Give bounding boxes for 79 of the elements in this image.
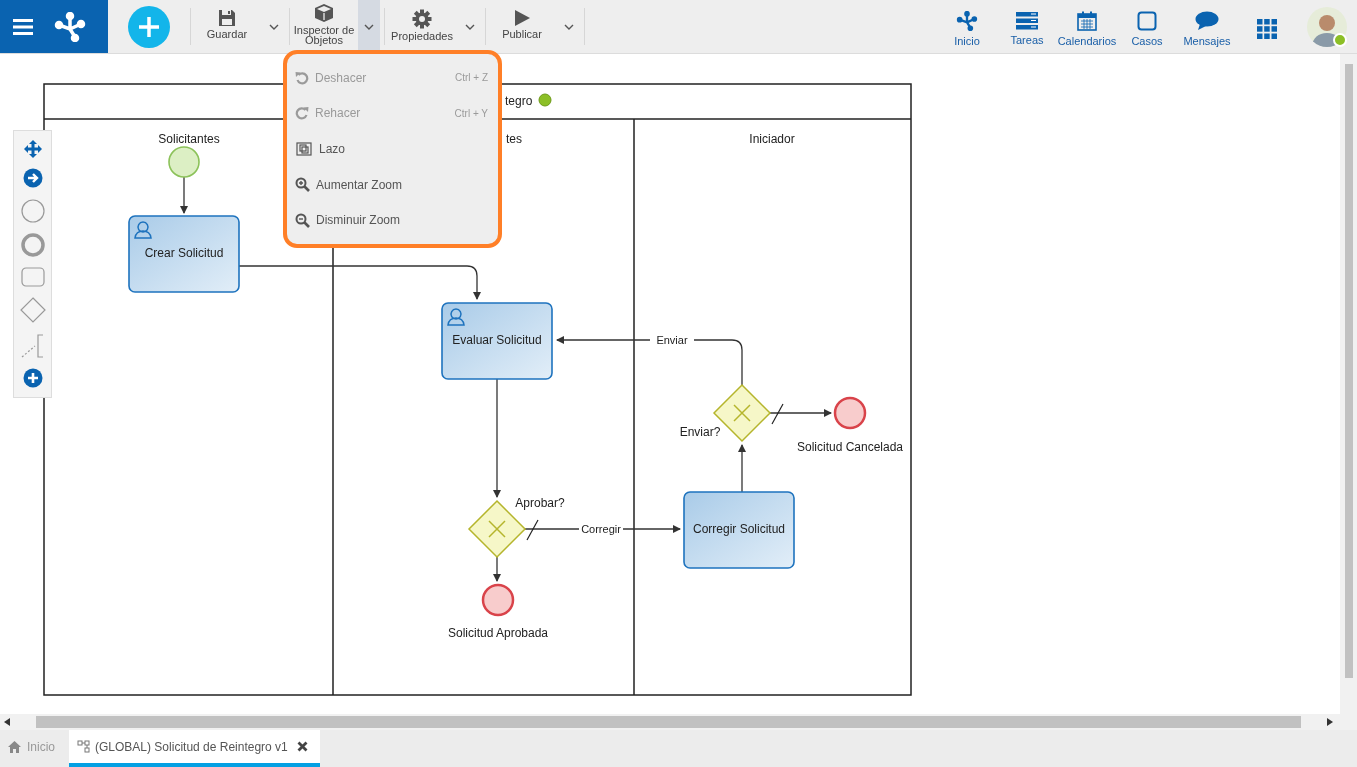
process-icon xyxy=(77,740,90,753)
logo-icon[interactable] xyxy=(53,11,87,42)
default-flow-mark xyxy=(526,519,539,541)
sequence-flow-arrow xyxy=(180,176,188,214)
sequence-flow-arrow xyxy=(493,556,501,582)
zoom-in-icon xyxy=(295,177,310,193)
cube-icon xyxy=(314,3,334,23)
menu-item[interactable]: Lazo xyxy=(295,134,490,164)
nav-button[interactable]: Calendarios xyxy=(1057,0,1117,53)
event-label: Solicitud Aprobada xyxy=(447,626,549,640)
nav-button[interactable]: Tareas xyxy=(997,0,1057,53)
scroll-left-icon[interactable] xyxy=(4,718,10,726)
task-label: Crear Solicitud xyxy=(144,246,224,260)
default-flow-mark xyxy=(771,403,784,425)
gear-icon xyxy=(412,9,432,29)
scroll-right-icon[interactable] xyxy=(1327,718,1333,726)
thick-circle-icon[interactable] xyxy=(20,232,45,257)
home-icon xyxy=(8,740,21,753)
tab[interactable]: (GLOBAL) Solicitud de Reintegro v1 xyxy=(69,730,320,767)
lane-title: Iniciador xyxy=(749,132,795,146)
caret-icon xyxy=(269,23,279,30)
menu-item[interactable]: Disminuir Zoom xyxy=(295,205,490,236)
move-icon[interactable] xyxy=(23,140,42,159)
lasso-icon xyxy=(295,141,313,157)
annotation-icon[interactable] xyxy=(20,333,45,358)
calendar-icon xyxy=(1077,10,1097,31)
lane-title: tes xyxy=(506,132,522,146)
play-icon xyxy=(513,9,531,27)
menu-item[interactable]: Aumentar Zoom xyxy=(295,169,490,200)
end-event xyxy=(481,583,515,617)
vertical-scrollbar[interactable] xyxy=(1340,54,1357,714)
tab-label: Inicio xyxy=(27,739,55,754)
rounded-rectangle-icon[interactable] xyxy=(20,267,45,288)
redo-icon xyxy=(295,106,309,121)
caret-icon xyxy=(564,23,574,30)
close-icon[interactable] xyxy=(296,741,308,752)
sequence-flow-arrow xyxy=(769,409,832,417)
caret-icon xyxy=(465,23,475,30)
task-label: Evaluar Solicitud xyxy=(452,333,542,347)
toolbar-button[interactable]: Guardar xyxy=(191,0,263,53)
square-icon xyxy=(1137,10,1157,31)
nav-button[interactable]: Inicio xyxy=(937,0,997,53)
flow-label: Enviar xyxy=(656,334,688,346)
lane-title: Solicitantes xyxy=(158,132,220,146)
add-button[interactable] xyxy=(127,4,171,49)
task-label: Corregir Solicitud xyxy=(693,522,785,536)
shortcut-text: Ctrl + Y xyxy=(454,107,489,119)
undo-icon xyxy=(295,70,309,85)
list-icon xyxy=(1016,11,1038,30)
apps-grid-icon[interactable] xyxy=(1257,18,1277,39)
gateway-label: Enviar? xyxy=(679,425,721,439)
connector-icon[interactable] xyxy=(22,168,43,189)
zoom-out-icon xyxy=(295,212,310,228)
diamond-icon[interactable] xyxy=(19,297,46,324)
user-icon xyxy=(134,221,152,239)
nav-button[interactable]: Casos xyxy=(1117,0,1177,53)
event-label: Solicitud Cancelada xyxy=(796,440,904,454)
nav-button[interactable]: Mensajes xyxy=(1177,0,1237,53)
circle-icon[interactable] xyxy=(20,198,45,223)
end-event xyxy=(833,396,867,430)
sequence-flow-arrow xyxy=(738,444,746,493)
toolbar-button[interactable]: Publicar xyxy=(486,0,558,53)
caret-icon xyxy=(364,23,374,30)
horizontal-scrollbar[interactable] xyxy=(0,714,1357,730)
shortcut-text: Ctrl + Z xyxy=(454,72,489,84)
pool-title: tegro xyxy=(505,94,533,108)
tab-label: (GLOBAL) Solicitud de Reintegro v1 xyxy=(95,739,288,754)
chat-bubble-icon xyxy=(1195,10,1219,31)
flow-label: Corregir xyxy=(581,523,621,535)
gateway-label: Aprobar? xyxy=(515,496,565,510)
add-icon[interactable] xyxy=(22,367,43,388)
avatar[interactable] xyxy=(1307,6,1347,47)
logo-icon xyxy=(955,10,979,31)
save-icon xyxy=(218,9,236,27)
dropdown-button[interactable] xyxy=(358,0,380,53)
user-icon xyxy=(447,308,465,326)
start-event xyxy=(168,146,200,178)
menu-icon[interactable] xyxy=(13,18,33,35)
status-dot xyxy=(538,93,552,107)
